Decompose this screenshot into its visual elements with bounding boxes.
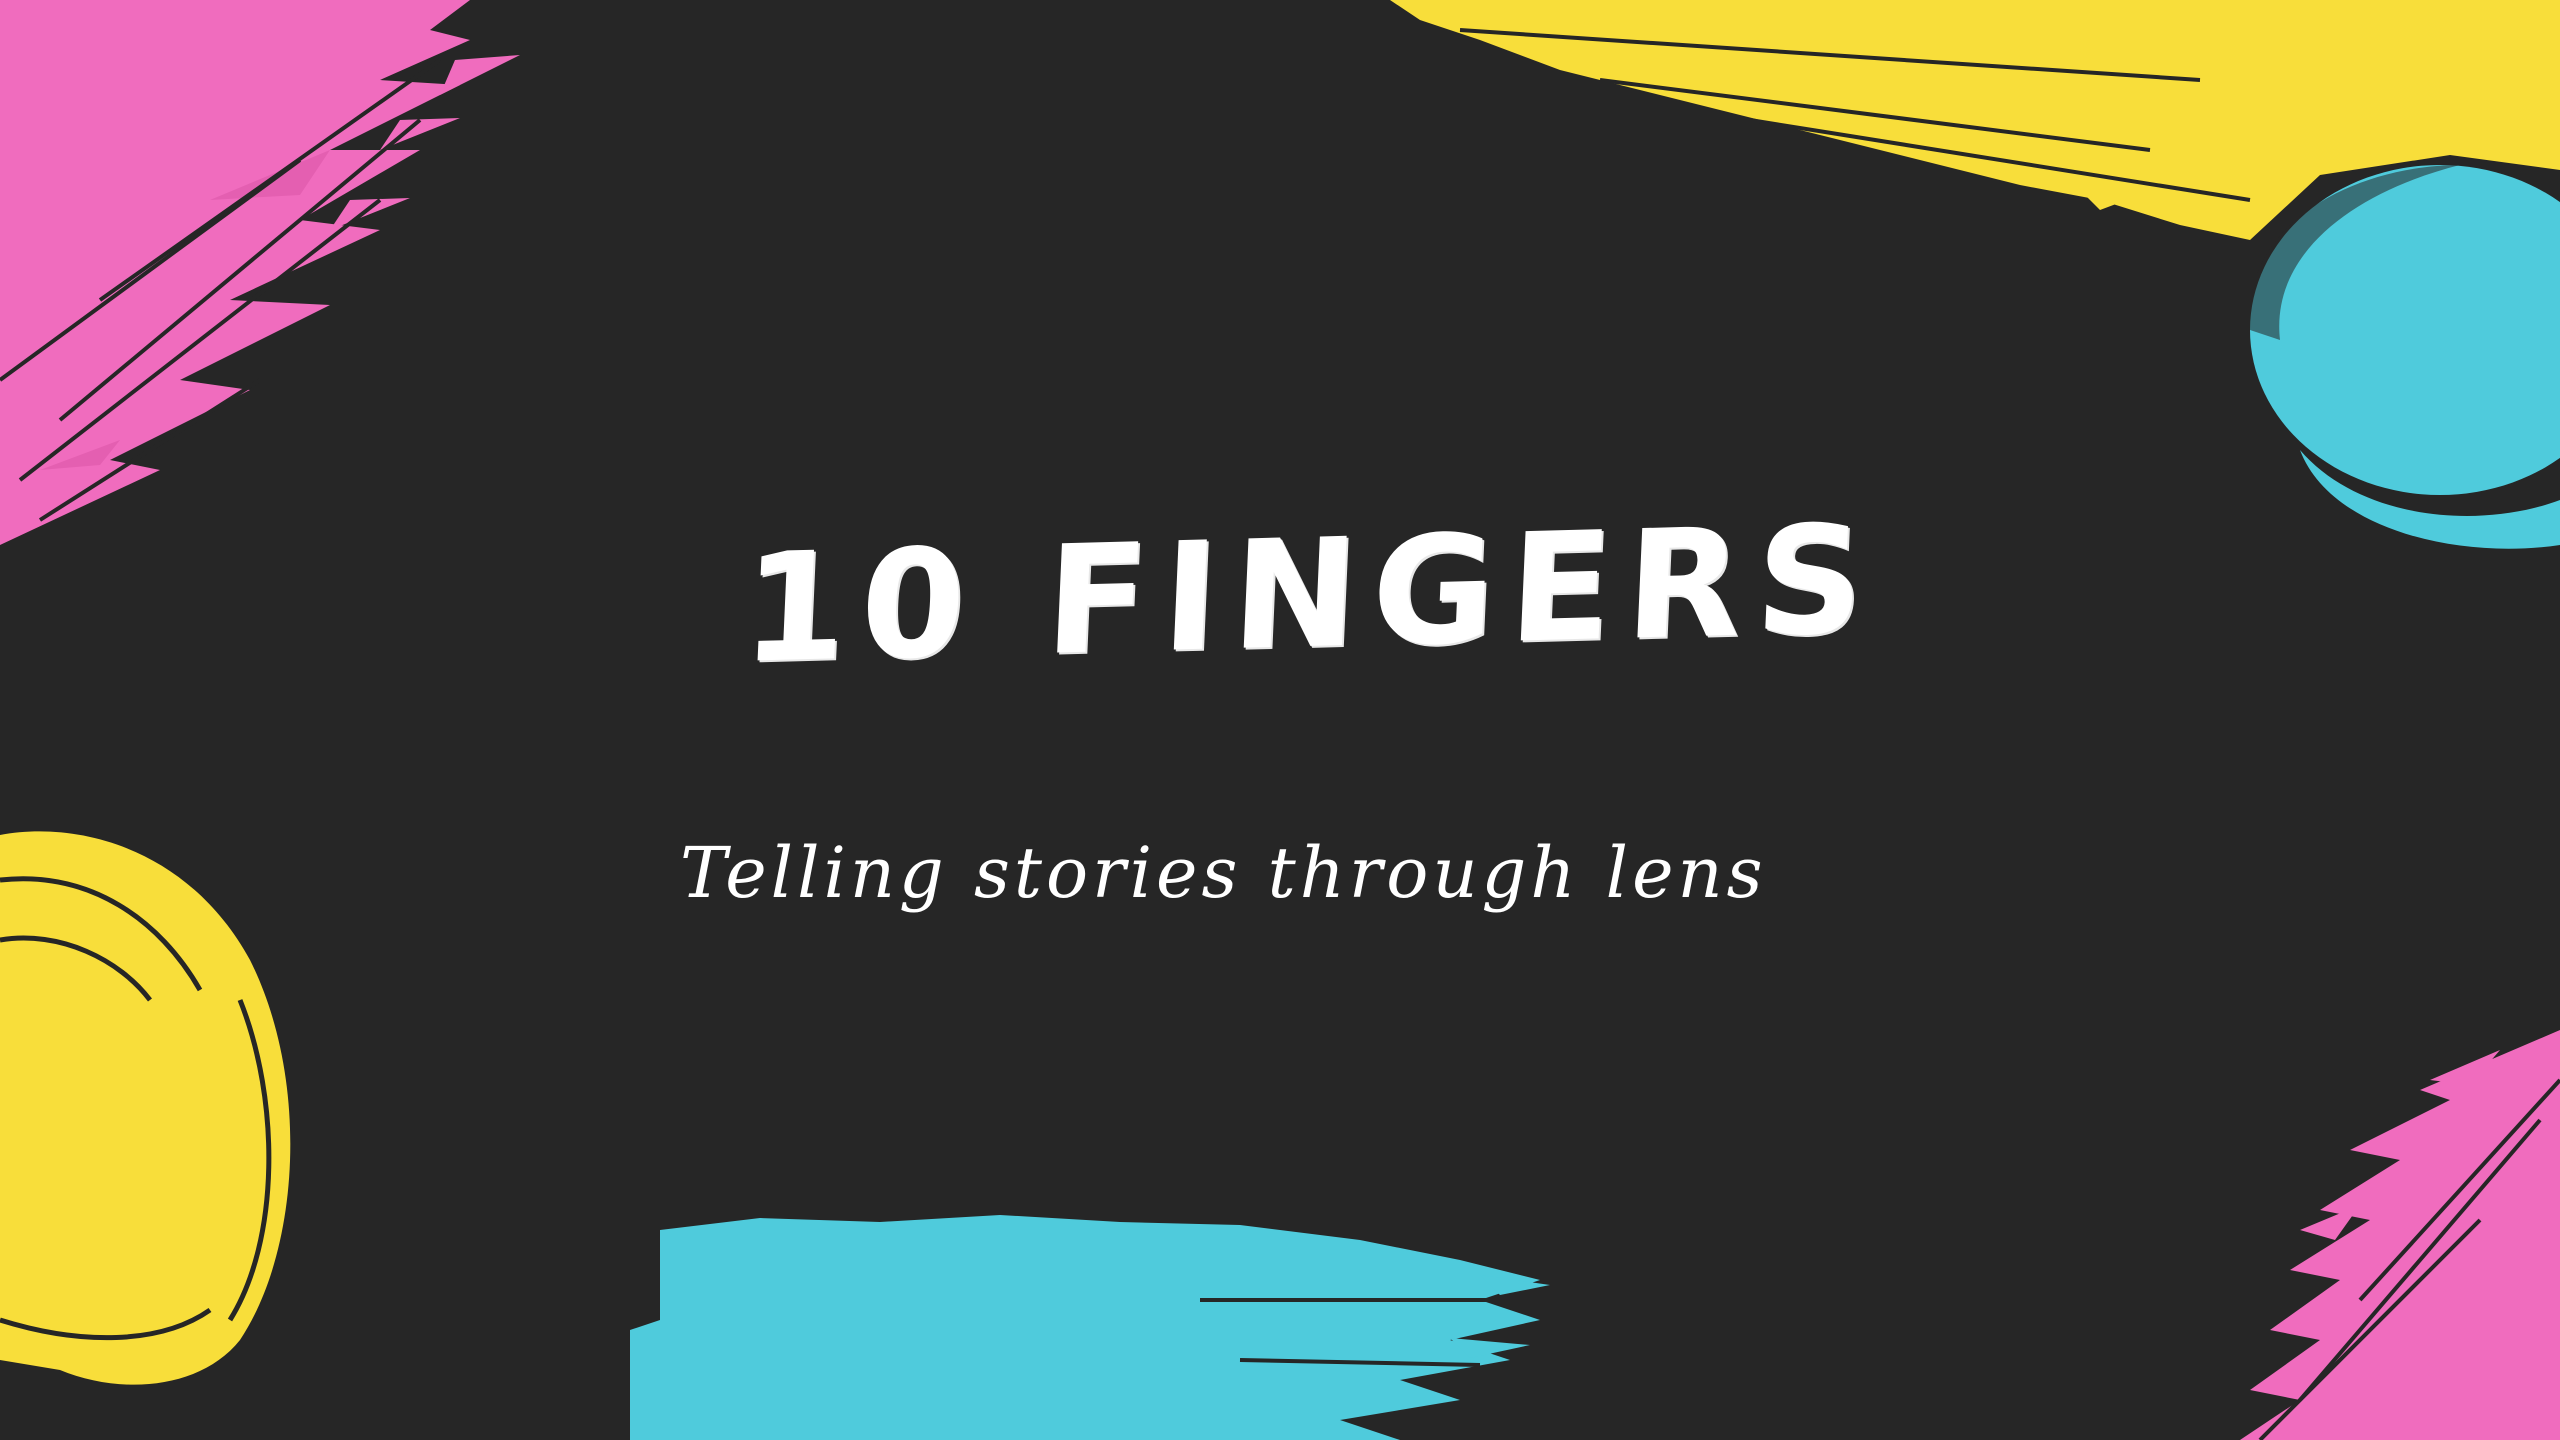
slide-canvas: 10 FINGERS Telling stories through lens bbox=[0, 0, 2560, 1440]
cyan-brush-stroke-bottom bbox=[630, 1215, 1550, 1440]
slide-subtitle: Telling stories through lens bbox=[680, 832, 1767, 914]
pink-brush-stroke-bottom-right bbox=[2240, 1030, 2560, 1440]
brush-decorations bbox=[0, 0, 2560, 1440]
cyan-brush-blob-right bbox=[2249, 165, 2560, 549]
pink-brush-stroke-top-left bbox=[0, 0, 520, 545]
yellow-brush-blob-left bbox=[0, 831, 291, 1385]
slide-title: 10 FINGERS bbox=[738, 493, 1882, 697]
